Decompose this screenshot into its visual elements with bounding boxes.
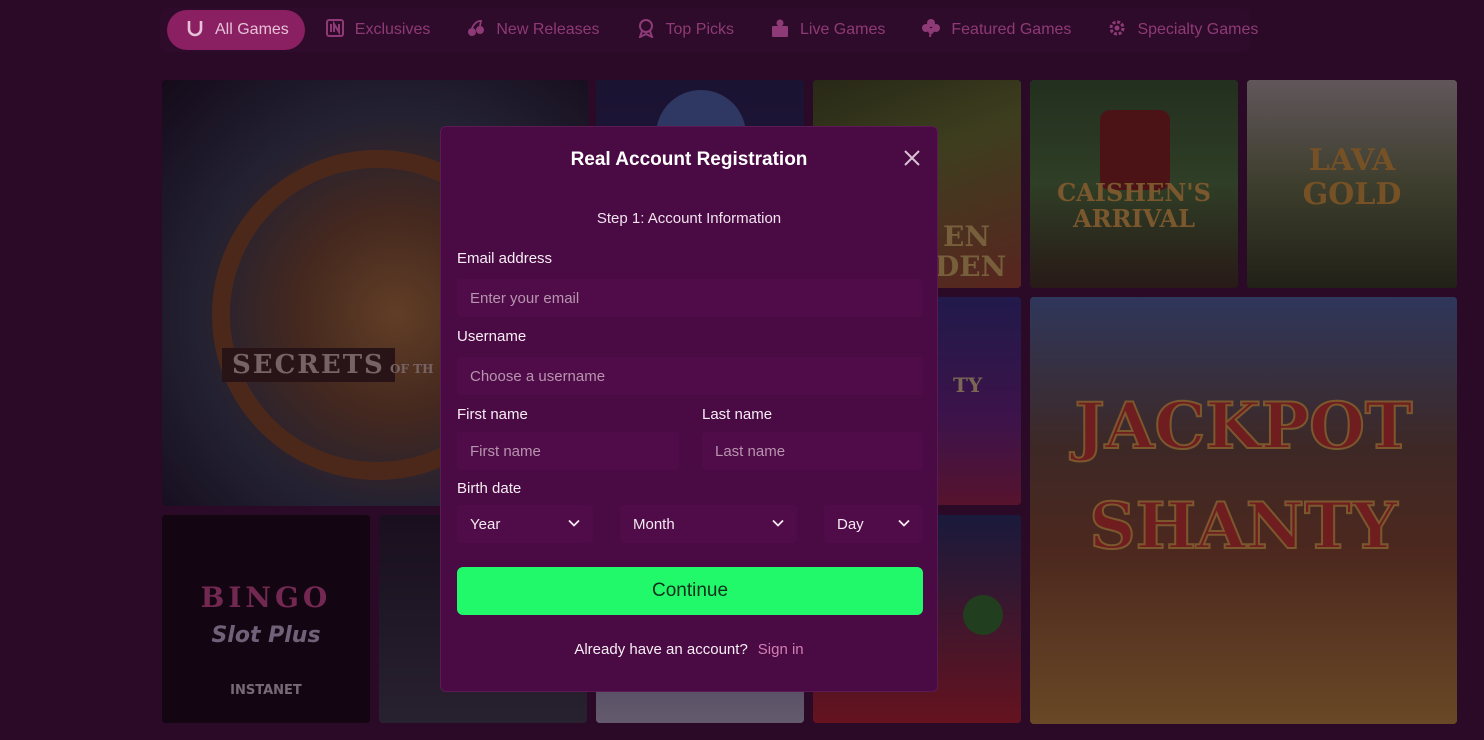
- game-title: CAISHEN'S ARRIVAL: [1057, 178, 1211, 233]
- game-title: SECRETS: [222, 348, 395, 382]
- game-art: [963, 595, 1003, 635]
- game-title-line2: DEN: [935, 250, 1007, 283]
- game-tile-caishens-arrival[interactable]: CAISHEN'S ARRIVAL: [1030, 80, 1238, 288]
- last-name-field[interactable]: [702, 432, 923, 470]
- close-icon: [901, 150, 923, 173]
- game-title: BINGO: [200, 581, 332, 614]
- tab-label: Live Games: [800, 21, 886, 38]
- award-icon: [636, 18, 656, 43]
- game-tile-jackpot-shanty[interactable]: JACKPOT SHANTY: [1030, 297, 1457, 724]
- game-subtitle: OF TH: [390, 362, 434, 376]
- cherries-icon: [466, 18, 486, 43]
- game-subtitle: Slot Plus: [211, 623, 321, 648]
- tab-label: Exclusives: [354, 21, 431, 38]
- clover-icon: [921, 18, 941, 43]
- birth-year-select[interactable]: Year: [457, 505, 593, 543]
- tab-label: Featured Games: [951, 21, 1072, 38]
- sign-in-link[interactable]: Sign in: [758, 641, 804, 658]
- tab-exclusives[interactable]: Exclusives: [309, 10, 447, 50]
- game-category-nav: All Games Exclusives New Releases Top Pi…: [160, 8, 1258, 52]
- tab-top-picks[interactable]: Top Picks: [620, 10, 750, 50]
- last-name-label: Last name: [702, 406, 773, 423]
- tab-specialty-games[interactable]: Specialty Games: [1091, 10, 1274, 50]
- chevron-down-icon: [772, 516, 784, 533]
- tab-new-releases[interactable]: New Releases: [450, 10, 615, 50]
- modal-title: Real Account Registration: [570, 149, 808, 170]
- chevron-down-icon: [898, 516, 910, 533]
- username-field[interactable]: [457, 357, 923, 395]
- email-label: Email address: [457, 250, 553, 267]
- exclusive-icon: [325, 18, 345, 43]
- game-title: TY: [953, 373, 983, 397]
- continue-button[interactable]: Continue: [457, 567, 923, 615]
- gear-icon: [1107, 18, 1127, 43]
- game-title: LAVA GOLD: [1302, 143, 1402, 212]
- step-indicator: Step 1: Account Information: [596, 210, 782, 227]
- tab-label: New Releases: [496, 21, 600, 38]
- game-tile-lava-gold[interactable]: LAVA GOLD: [1247, 80, 1457, 288]
- select-value: Year: [470, 515, 501, 533]
- tab-featured-games[interactable]: Featured Games: [905, 10, 1087, 50]
- sign-in-prompt: Already have an account? Sign in: [441, 641, 937, 658]
- email-field[interactable]: [457, 279, 923, 317]
- select-value: Day: [837, 515, 864, 533]
- first-name-label: First name: [457, 406, 528, 423]
- game-title: JACKPOT SHANTY: [1074, 388, 1414, 565]
- birth-day-select[interactable]: Day: [824, 505, 923, 543]
- username-label: Username: [457, 328, 527, 345]
- tab-label: Specialty Games: [1137, 21, 1259, 38]
- tab-label: All Games: [215, 21, 289, 38]
- provider-label: INSTANET: [230, 683, 302, 698]
- dealer-icon: [770, 18, 790, 43]
- birth-month-select[interactable]: Month: [620, 505, 797, 543]
- first-name-field[interactable]: [457, 432, 679, 470]
- chevron-down-icon: [568, 516, 580, 533]
- game-tile-bingo-slot-plus[interactable]: BINGO Slot Plus INSTANET: [162, 515, 370, 723]
- select-value: Month: [633, 515, 675, 533]
- birth-date-label: Birth date: [457, 480, 522, 497]
- close-button[interactable]: [901, 147, 923, 169]
- tab-all-games[interactable]: All Games: [167, 10, 305, 50]
- game-title-line1: EN: [943, 220, 990, 253]
- registration-modal: Real Account Registration Step 1: Accoun…: [440, 126, 938, 692]
- have-account-text: Already have an account?: [574, 641, 748, 658]
- tab-label: Top Picks: [665, 21, 734, 38]
- tab-live-games[interactable]: Live Games: [754, 10, 901, 50]
- horseshoe-icon: [185, 18, 205, 43]
